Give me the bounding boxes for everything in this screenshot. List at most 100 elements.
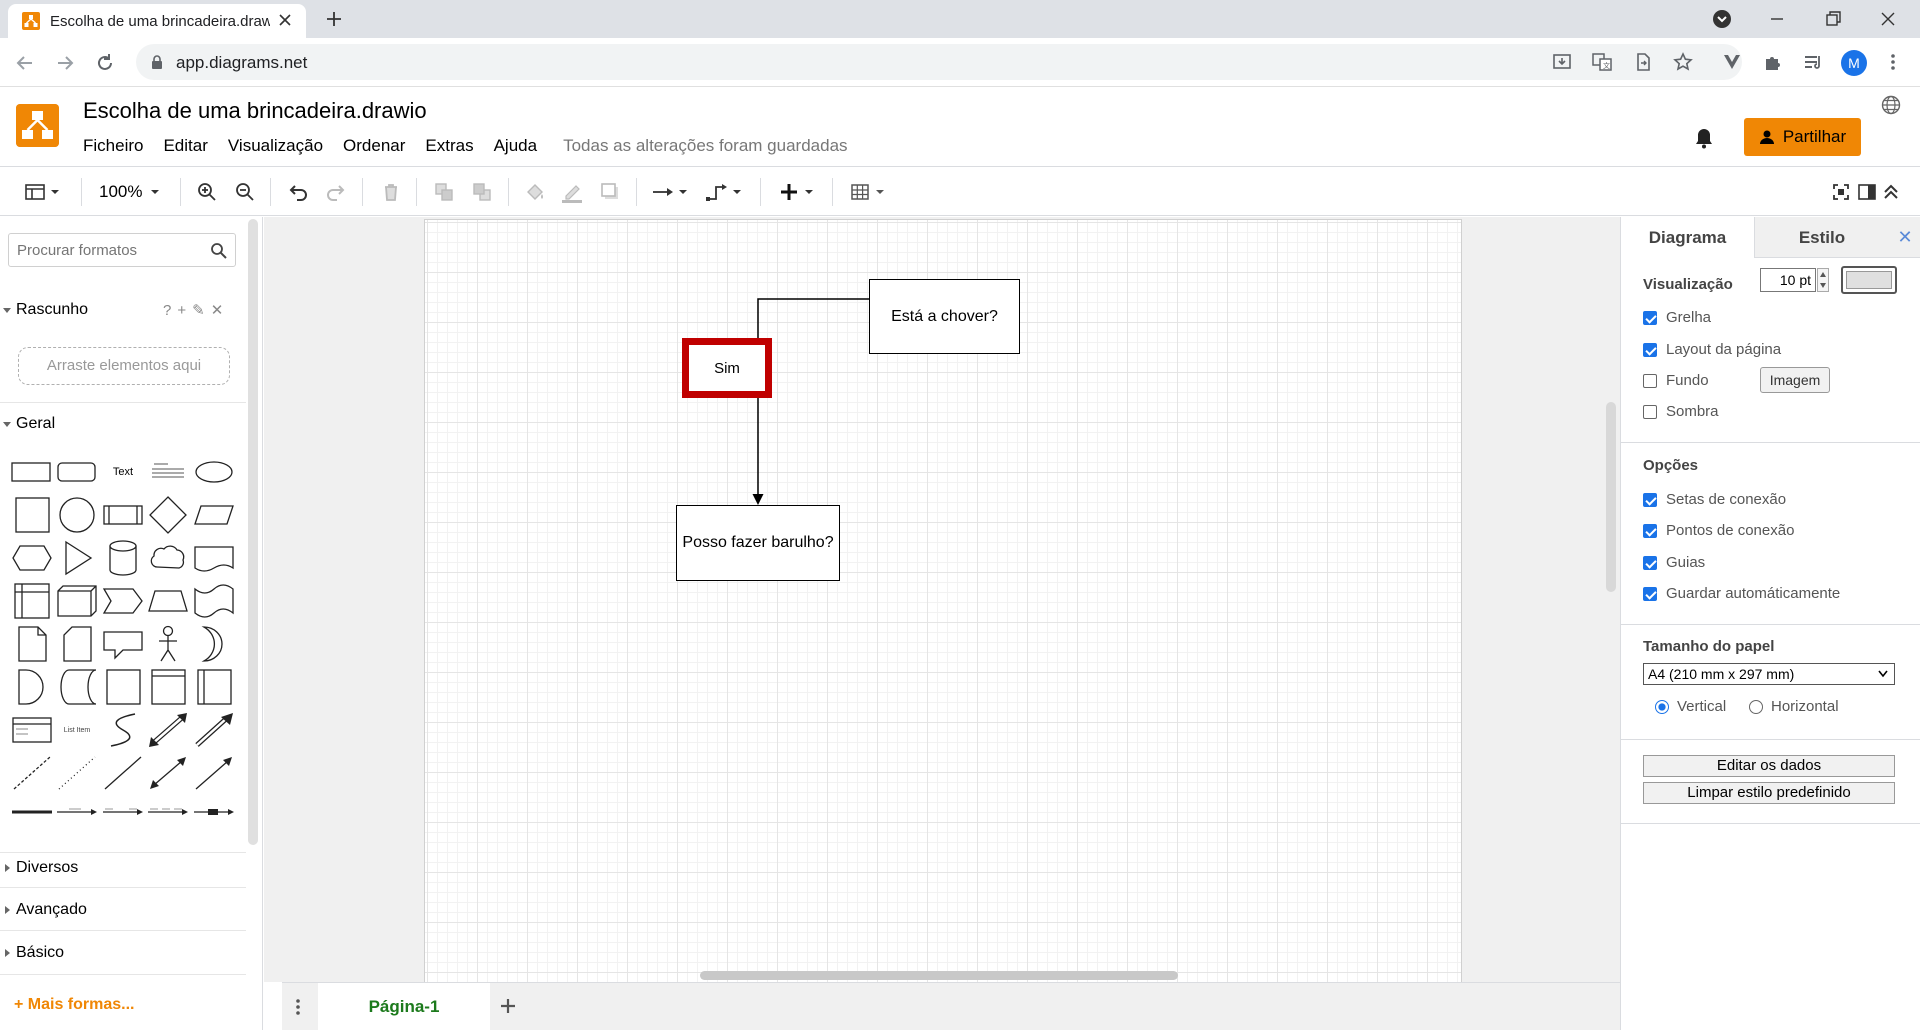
clear-default-style-button[interactable]: Limpar estilo predefinido [1643, 782, 1895, 804]
share-page-icon[interactable] [1632, 51, 1654, 73]
square-shape-icon[interactable] [10, 495, 54, 535]
language-globe-icon[interactable] [1880, 94, 1902, 116]
notifications-bell-icon[interactable] [1692, 126, 1716, 150]
format-toggle-button[interactable] [1856, 180, 1878, 204]
section-general[interactable]: Geral [0, 412, 246, 436]
swimlane-shape-icon[interactable] [146, 667, 190, 707]
line-color-button[interactable] [561, 180, 583, 204]
orientation-vertical-radio[interactable]: Vertical [1655, 698, 1726, 715]
menu-arrange[interactable]: Ordenar [343, 136, 405, 156]
thick-line-shape-icon[interactable] [10, 792, 54, 832]
checkbox-unchecked-icon[interactable] [1643, 404, 1657, 419]
tape-shape-icon[interactable] [192, 581, 236, 621]
collapse-header-button[interactable] [1880, 180, 1902, 204]
more-shapes-link[interactable]: + Mais formas... [14, 996, 135, 1014]
labeled-connector-two-icon[interactable] [101, 792, 145, 832]
menu-edit[interactable]: Editar [163, 136, 207, 156]
menu-file[interactable]: Ficheiro [83, 136, 143, 156]
search-icon[interactable] [210, 242, 227, 259]
dotted-line-shape-icon[interactable] [55, 753, 99, 793]
url-field[interactable]: app.diagrams.net [136, 44, 1742, 80]
list-item-shape-icon[interactable]: List Item [55, 710, 99, 750]
checkbox-unchecked-icon[interactable] [1643, 373, 1657, 388]
canvas-horizontal-scrollbar[interactable] [700, 971, 1178, 980]
document-shape-icon[interactable] [192, 538, 236, 578]
diagram-canvas[interactable]: Está a chover? Sim Posso fazer barulho? [264, 217, 1620, 982]
zoom-in-button[interactable] [196, 180, 218, 204]
insert-button[interactable] [778, 180, 814, 204]
tab-search-icon[interactable] [1711, 8, 1733, 30]
waypoints-button[interactable] [706, 180, 742, 204]
edit-icon[interactable]: ✎ [192, 301, 205, 319]
browser-tab[interactable]: Escolha de uma brincadeira.draw [8, 4, 306, 38]
edit-data-button[interactable]: Editar os dados [1643, 755, 1895, 777]
node-yes-selected[interactable]: Sim [682, 338, 772, 398]
scratchpad-dropzone[interactable]: Arraste elementos aqui [18, 347, 230, 385]
actor-shape-icon[interactable] [146, 624, 190, 664]
close-tab-icon[interactable] [278, 13, 292, 27]
autosave-checkbox[interactable]: Guardar automáticamente [1643, 585, 1840, 602]
cylinder-shape-icon[interactable] [101, 538, 145, 578]
orientation-horizontal-radio[interactable]: Horizontal [1749, 698, 1839, 715]
note-shape-icon[interactable] [10, 624, 54, 664]
undo-button[interactable] [287, 180, 309, 204]
parallelogram-shape-icon[interactable] [192, 495, 236, 535]
close-window-icon[interactable] [1877, 8, 1899, 30]
grid-color-button[interactable] [1841, 266, 1897, 294]
internal-storage-shape-icon[interactable] [10, 581, 54, 621]
section-misc[interactable]: Diversos [0, 856, 246, 880]
connector-with-symbol-icon[interactable] [192, 792, 236, 832]
container-shape-icon[interactable] [101, 667, 145, 707]
text-shape-icon[interactable]: Text [101, 452, 145, 492]
page-tab-1[interactable]: Página-1 [318, 983, 490, 1031]
zoom-out-button[interactable] [234, 180, 256, 204]
node-can-i-make-noise[interactable]: Posso fazer barulho? [676, 505, 840, 581]
back-icon[interactable] [14, 52, 36, 74]
menu-help[interactable]: Ajuda [494, 136, 537, 156]
extensions-puzzle-icon[interactable] [1762, 51, 1784, 73]
shadow-button[interactable] [599, 180, 621, 204]
checkbox-checked-icon[interactable] [1643, 523, 1657, 538]
restore-icon[interactable] [1822, 8, 1844, 30]
canvas-vertical-scrollbar[interactable] [1606, 402, 1616, 592]
triangle-shape-icon[interactable] [55, 538, 99, 578]
paper-size-select[interactable]: A4 (210 mm x 297 mm) [1643, 663, 1895, 685]
checkbox-checked-icon[interactable] [1643, 586, 1657, 601]
card-shape-icon[interactable] [55, 624, 99, 664]
node-is-it-raining[interactable]: Está a chover? [869, 279, 1020, 354]
add-page-icon[interactable] [498, 996, 518, 1016]
table-button[interactable] [849, 180, 885, 204]
dashed-line-shape-icon[interactable] [10, 753, 54, 793]
connection-style-button[interactable] [652, 180, 688, 204]
checkbox-checked-icon[interactable] [1643, 342, 1657, 357]
zoom-dropdown[interactable]: 100% [99, 180, 160, 204]
checkbox-checked-icon[interactable] [1643, 310, 1657, 325]
radio-selected-icon[interactable] [1655, 699, 1669, 714]
or-shape-icon[interactable] [192, 624, 236, 664]
guides-checkbox[interactable]: Guias [1643, 554, 1705, 571]
search-input[interactable] [9, 234, 199, 266]
tab-diagram[interactable]: Diagrama [1621, 217, 1755, 258]
textbox-shape-icon[interactable] [146, 452, 190, 492]
new-tab-icon[interactable] [324, 9, 344, 29]
forward-icon[interactable] [54, 52, 76, 74]
profile-avatar[interactable]: M [1841, 50, 1867, 76]
browser-menu-icon[interactable] [1882, 51, 1904, 73]
drawio-logo-icon[interactable] [16, 104, 59, 147]
labeled-connector-icon[interactable] [55, 792, 99, 832]
background-checkbox[interactable]: Fundo [1643, 372, 1709, 389]
menu-view[interactable]: Visualização [228, 136, 323, 156]
diagram-page[interactable]: Está a chover? Sim Posso fazer barulho? [424, 219, 1462, 982]
circle-shape-icon[interactable] [55, 495, 99, 535]
format-panel-toggle[interactable] [24, 180, 60, 204]
close-panel-icon[interactable]: ✕ [1889, 217, 1920, 258]
checkbox-checked-icon[interactable] [1643, 492, 1657, 507]
shape-search[interactable] [8, 233, 236, 267]
directional-connector-icon[interactable] [192, 753, 236, 793]
diamond-shape-icon[interactable] [146, 495, 190, 535]
hexagon-shape-icon[interactable] [10, 538, 54, 578]
bidirectional-connector-icon[interactable] [146, 753, 190, 793]
labeled-connector-three-icon[interactable] [146, 792, 190, 832]
help-icon[interactable]: ? [163, 302, 171, 319]
trapezoid-shape-icon[interactable] [146, 581, 190, 621]
